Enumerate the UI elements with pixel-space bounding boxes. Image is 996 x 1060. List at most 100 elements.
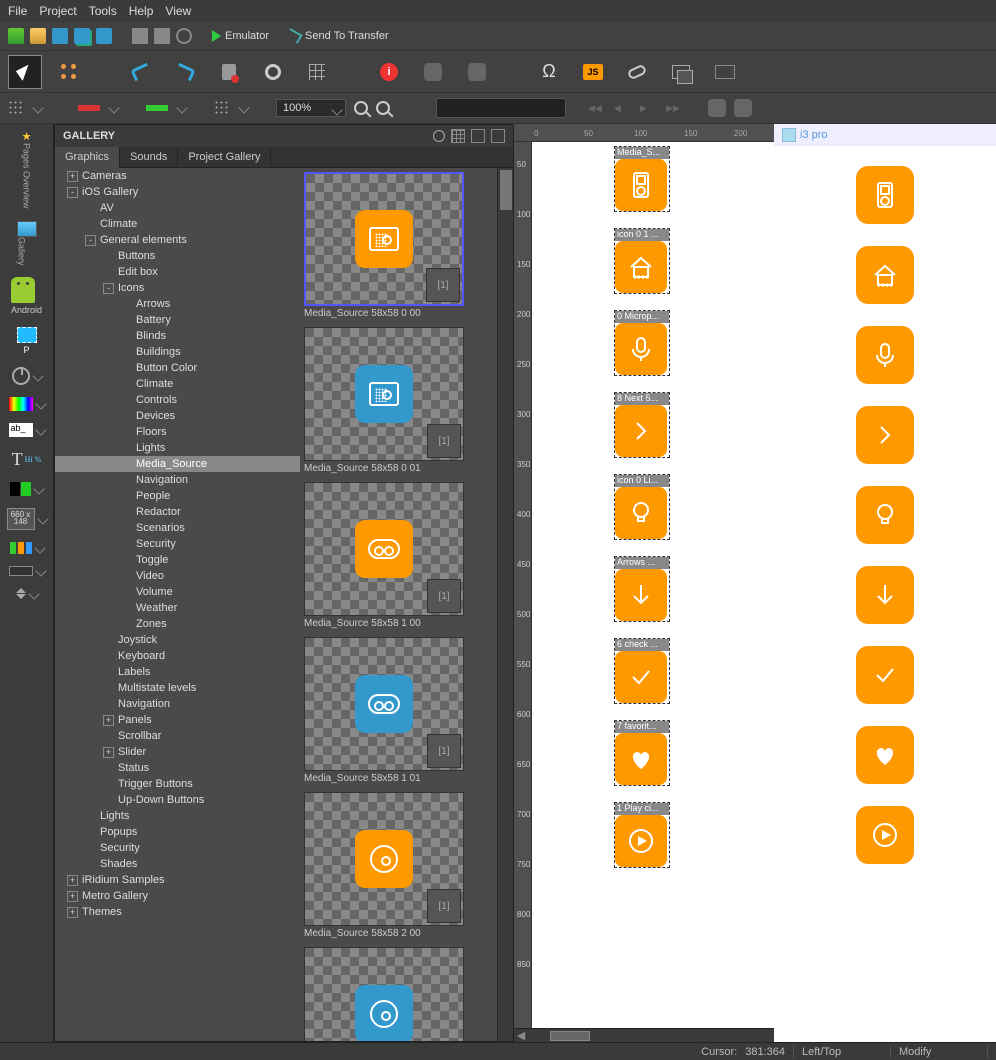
- zoom-select[interactable]: 100%: [276, 99, 346, 117]
- dropdown-icon[interactable]: [176, 102, 187, 113]
- gallery-thumbnail[interactable]: [1]Media_Source 58x58 1 01: [304, 637, 464, 792]
- save-icon[interactable]: [52, 28, 68, 44]
- gallery-thumbnail[interactable]: [1]Media_Source 58x58 2 00: [304, 792, 464, 947]
- expand-icon[interactable]: +: [67, 891, 78, 902]
- tree-item[interactable]: Button Color: [55, 360, 300, 376]
- tree-item[interactable]: Shades: [55, 856, 300, 872]
- canvas-item[interactable]: 6 check ...: [614, 638, 670, 704]
- link-button[interactable]: [620, 55, 654, 89]
- tree-item[interactable]: Floors: [55, 424, 300, 440]
- android-button[interactable]: Android: [11, 277, 42, 315]
- menu-view[interactable]: View: [165, 4, 191, 18]
- tree-item[interactable]: Navigation: [55, 696, 300, 712]
- tree-item[interactable]: Security: [55, 536, 300, 552]
- tree-item[interactable]: Status: [55, 760, 300, 776]
- view-grid-icon[interactable]: [451, 129, 465, 143]
- menu-file[interactable]: File: [8, 4, 27, 18]
- align-center-icon[interactable]: [146, 105, 168, 111]
- canvas-item[interactable]: Arrows ...: [614, 556, 670, 622]
- tree-item[interactable]: Lights: [55, 440, 300, 456]
- tree-item[interactable]: Battery: [55, 312, 300, 328]
- design-canvas[interactable]: Media_S...icon 0 1 ...0 Microp...8 Next …: [532, 142, 774, 1028]
- import-icon[interactable]: [132, 28, 148, 44]
- gallery-thumbnail[interactable]: [1]Media_Source 58x58 0 01: [304, 327, 464, 482]
- gallery-tab[interactable]: Gallery: [17, 221, 37, 266]
- tree-item[interactable]: +iRidium Samples: [55, 872, 300, 888]
- scrollbar-thumb[interactable]: [500, 170, 512, 210]
- export-icon[interactable]: [154, 28, 170, 44]
- tree-item[interactable]: Trigger Buttons: [55, 776, 300, 792]
- scroll-left-icon[interactable]: ◀: [514, 1029, 528, 1042]
- tree-item[interactable]: Zones: [55, 616, 300, 632]
- tree-item[interactable]: Up-Down Buttons: [55, 792, 300, 808]
- canvas-item[interactable]: 1 Play ci...: [614, 802, 670, 868]
- scrollbar-thumb[interactable]: [550, 1031, 590, 1041]
- redo-button[interactable]: [168, 55, 202, 89]
- nodes-tool[interactable]: [52, 55, 86, 89]
- mode1-icon[interactable]: [708, 99, 726, 117]
- tree-item[interactable]: Blinds: [55, 328, 300, 344]
- info-button[interactable]: i: [372, 55, 406, 89]
- color-tool[interactable]: [9, 397, 45, 411]
- p-tool[interactable]: P: [17, 327, 37, 355]
- zoom-in-icon[interactable]: [354, 101, 368, 115]
- gallery-thumbnail[interactable]: [1]: [304, 947, 464, 1041]
- tree-item[interactable]: Toggle: [55, 552, 300, 568]
- gallery-thumbnails[interactable]: [1]Media_Source 58x58 0 00[1]Media_Sourc…: [300, 168, 497, 1041]
- page-next-icon[interactable]: [640, 101, 658, 115]
- tree-item[interactable]: Scenarios: [55, 520, 300, 536]
- shape1-button[interactable]: [416, 55, 450, 89]
- mode2-icon[interactable]: [734, 99, 752, 117]
- expand-icon[interactable]: +: [67, 171, 78, 182]
- send-transfer-button[interactable]: Send To Transfer: [287, 30, 389, 42]
- page-first-icon[interactable]: [588, 101, 606, 115]
- delete-button[interactable]: [212, 55, 246, 89]
- canvas-item[interactable]: icon 0 Li...: [614, 474, 670, 540]
- pointer-tool[interactable]: [8, 55, 42, 89]
- expand-icon[interactable]: +: [103, 715, 114, 726]
- expand-icon[interactable]: +: [67, 875, 78, 886]
- snap-icon[interactable]: [8, 100, 24, 116]
- tree-item[interactable]: Video: [55, 568, 300, 584]
- gallery-thumbnail[interactable]: [1]Media_Source 58x58 0 00: [304, 172, 464, 327]
- rect-button[interactable]: [708, 55, 742, 89]
- gallery-tree[interactable]: +Cameras-iOS GalleryAVClimate-General el…: [55, 168, 300, 1041]
- view-list-icon[interactable]: [471, 129, 485, 143]
- tree-item[interactable]: People: [55, 488, 300, 504]
- tree-item[interactable]: Scrollbar: [55, 728, 300, 744]
- shape2-button[interactable]: [460, 55, 494, 89]
- size-tool[interactable]: 660 x 148: [7, 508, 47, 530]
- zoom-out-icon[interactable]: [376, 101, 390, 115]
- dropdown-icon[interactable]: [238, 102, 249, 113]
- settings-button[interactable]: [256, 55, 290, 89]
- tree-item[interactable]: +Themes: [55, 904, 300, 920]
- text-style-tool[interactable]: THi %: [12, 449, 42, 470]
- tree-item[interactable]: Controls: [55, 392, 300, 408]
- tree-item[interactable]: Climate: [55, 376, 300, 392]
- tree-item[interactable]: Popups: [55, 824, 300, 840]
- canvas-item[interactable]: Media_S...: [614, 146, 670, 212]
- power-tool[interactable]: [12, 367, 42, 385]
- save-all-icon[interactable]: [74, 28, 90, 44]
- tree-item[interactable]: Labels: [55, 664, 300, 680]
- gallery-thumbnail[interactable]: [1]Media_Source 58x58 1 00: [304, 482, 464, 637]
- search-input[interactable]: [436, 98, 566, 118]
- canvas-item[interactable]: 8 Next 5...: [614, 392, 670, 458]
- page-prev-icon[interactable]: [614, 101, 632, 115]
- open-icon[interactable]: [30, 28, 46, 44]
- tree-item[interactable]: Weather: [55, 600, 300, 616]
- page-last-icon[interactable]: [666, 101, 684, 115]
- scrollbar[interactable]: [497, 168, 513, 1041]
- menu-tools[interactable]: Tools: [89, 4, 117, 18]
- omega-button[interactable]: Ω: [532, 55, 566, 89]
- tree-item[interactable]: Buttons: [55, 248, 300, 264]
- pages-overview-tab[interactable]: ★ Pages Overview: [22, 130, 32, 209]
- expand-icon[interactable]: +: [67, 907, 78, 918]
- canvas-item[interactable]: 7 favorit...: [614, 720, 670, 786]
- tree-item[interactable]: +Cameras: [55, 168, 300, 184]
- search-icon[interactable]: [433, 130, 445, 142]
- menu-project[interactable]: Project: [39, 4, 76, 18]
- contrast-tool[interactable]: [10, 482, 43, 496]
- emulator-button[interactable]: Emulator: [212, 30, 269, 42]
- tree-item[interactable]: Arrows: [55, 296, 300, 312]
